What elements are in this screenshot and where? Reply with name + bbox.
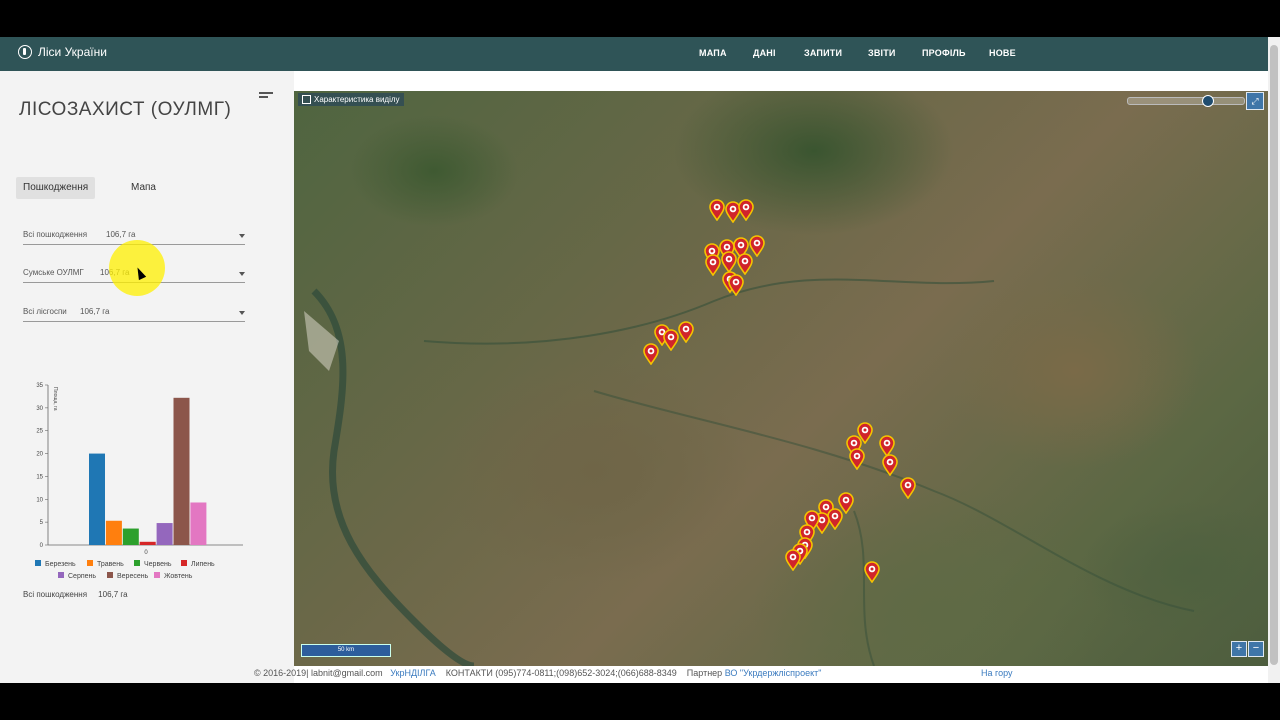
partner-label: Партнер [686,668,723,678]
select-label: Всі лісгоспи [23,307,67,316]
map-marker-icon[interactable] [663,329,679,351]
zoom-controls: + − [1230,641,1264,657]
y-tick-label: 35 [36,383,43,389]
zoom-in-button[interactable]: + [1231,641,1247,657]
zoom-slider[interactable] [1127,95,1245,107]
back-to-top-link[interactable]: На гору [981,668,1013,678]
legend-swatch [35,560,41,566]
zoom-knob[interactable] [1202,95,1214,107]
legend-label: Жовтень [164,573,193,580]
dropdown-arrow-icon [239,234,245,238]
select-label: Сумське ОУЛМГ [23,268,84,277]
x-tick-label: 0 [144,550,148,556]
summary: Всі пошкодження 106,7 га [23,590,128,599]
dropdown-arrow-icon [239,311,245,315]
satellite-map[interactable]: Характеристика виділу ⤢ 50 km + − [294,91,1268,666]
tab-damage[interactable]: Пошкодження [16,177,96,199]
map-rivers [304,278,1195,666]
map-marker-icon[interactable] [728,274,744,296]
map-marker-icon[interactable] [643,343,659,365]
y-tick-label: 25 [36,429,43,435]
logo-icon [18,45,32,59]
map-marker-icon[interactable] [678,321,694,343]
layer-icon [302,95,311,104]
fullscreen-icon[interactable]: ⤢ [1246,92,1264,110]
y-axis-label: Площа, га [52,387,58,411]
bar-7 [190,502,207,545]
damage-bar-chart: 0 5 10 15 20 25 30 35 Площа, га 0 Березень Травень Ч… [35,383,243,580]
page-title: ЛІСОЗАХИСТ (ОУЛМГ) [19,99,232,120]
legend-label: Березень [45,561,76,568]
legend-swatch [134,560,140,566]
nav-data[interactable]: ДАНІ [753,48,776,58]
map-marker-icon[interactable] [705,254,721,276]
menu-toggle-icon[interactable] [259,92,273,100]
legend-label: Вересень [117,573,149,580]
bar-1 [89,453,105,545]
bar-2 [105,520,122,545]
page-scrollbar[interactable] [1268,37,1280,683]
bar-4 [139,541,156,545]
map-marker-icon[interactable] [900,477,916,499]
map-marker-icon[interactable] [864,561,880,583]
y-tick-label: 5 [40,520,44,526]
select-label: Всі пошкодження [23,230,88,239]
top-navbar: Ліси України МАПА ДАНІ ЗАПИТИ ЗВІТИ ПРОФ… [0,37,1268,71]
forestry-select[interactable]: Всі лісгоспи 106,7 га [23,305,245,322]
footer: © 2016-2019| labnit@gmail.com УкрНДІЛГА … [254,668,1013,678]
scrollbar-thumb[interactable] [1270,45,1278,665]
map-marker-icon[interactable] [738,199,754,221]
bar-5 [156,523,173,545]
scale-bar: 50 km [301,644,391,657]
legend-label: Червень [144,561,172,568]
select-value: 106,7 га [80,307,110,316]
layer-label-text: Характеристика виділу [314,95,400,104]
tab-map[interactable]: Мапа [124,177,163,199]
y-tick-label: 15 [36,474,43,480]
map-marker-icon[interactable] [737,253,753,275]
legend-label: Серпень [68,573,96,580]
app-window: Ліси України МАПА ДАНІ ЗАПИТИ ЗВІТИ ПРОФ… [0,37,1268,683]
brand-name: Ліси України [38,45,107,59]
select-value: 106,7 га [106,230,136,239]
legend-swatch [181,560,187,566]
map-marker-icon[interactable] [882,454,898,476]
copyright: © 2016-2019| labnit@gmail.com [254,668,383,678]
brand[interactable]: Ліси України [18,45,107,59]
y-tick-label: 20 [36,452,43,458]
map-marker-icon[interactable] [709,199,725,221]
nav-queries[interactable]: ЗАПИТИ [804,48,842,58]
legend-label: Липень [191,561,215,568]
y-tick-label: 10 [36,497,43,503]
summary-value: 106,7 га [98,590,128,599]
summary-label: Всі пошкодження [23,590,88,599]
nav-new[interactable]: НОВЕ [989,48,1016,58]
legend-swatch [107,572,113,578]
map-marker-icon[interactable] [721,251,737,273]
bar-3 [122,528,139,545]
nav-profile[interactable]: ПРОФІЛЬ [922,48,966,58]
legend-swatch [87,560,93,566]
zoom-out-button[interactable]: − [1248,641,1264,657]
legend-label: Травень [97,561,124,568]
layer-label[interactable]: Характеристика виділу [298,93,404,106]
bar-6 [173,397,190,545]
dropdown-arrow-icon [239,272,245,276]
org-link[interactable]: УкрНДІЛГА [390,668,436,678]
nav-map[interactable]: МАПА [699,48,727,58]
y-tick-label: 30 [36,406,43,412]
nav-reports[interactable]: ЗВІТИ [868,48,896,58]
legend-swatch [154,572,160,578]
legend-swatch [58,572,64,578]
partner-link[interactable]: ВО "Укрдержліспроект" [725,668,822,678]
y-tick-label: 0 [40,543,44,549]
map-marker-icon[interactable] [849,448,865,470]
contacts: КОНТАКТИ (095)774-0811;(098)652-3024;(06… [445,668,677,678]
map-marker-icon[interactable] [785,549,801,571]
